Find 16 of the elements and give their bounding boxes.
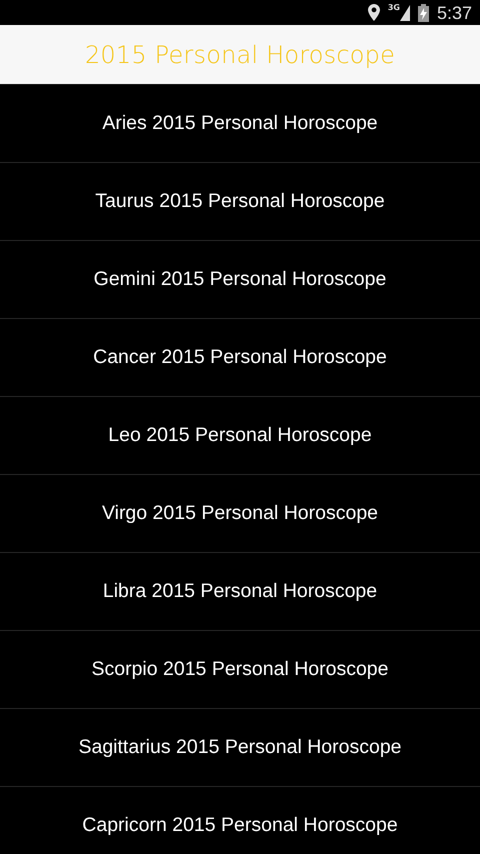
horoscope-list-item[interactable]: Leo 2015 Personal Horoscope [108, 420, 372, 450]
app-title: 2015 Personal Horoscope [84, 40, 396, 70]
horoscope-list-item[interactable]: Capricorn 2015 Personal Horoscope [82, 810, 398, 840]
horoscope-list-item[interactable]: Libra 2015 Personal Horoscope [102, 576, 378, 606]
network-type-label: 3G [388, 4, 400, 12]
signal-icon [400, 5, 410, 21]
horoscope-list-item[interactable]: Sagittarius 2015 Personal Horoscope [78, 732, 402, 762]
horoscope-list-item[interactable]: Taurus 2015 Personal Horoscope [95, 186, 385, 216]
horoscope-list-item[interactable]: Aries 2015 Personal Horoscope [102, 108, 378, 138]
location-icon [368, 4, 380, 21]
horoscope-list-item[interactable]: Gemini 2015 Personal Horoscope [94, 264, 386, 294]
horoscope-list-item[interactable]: Scorpio 2015 Personal Horoscope [91, 654, 388, 684]
battery-icon [418, 4, 429, 22]
horoscope-list-item[interactable]: Virgo 2015 Personal Horoscope [102, 498, 378, 528]
horoscope-list-item[interactable]: Cancer 2015 Personal Horoscope [93, 342, 387, 372]
clock-time: 5:37 [436, 4, 472, 22]
